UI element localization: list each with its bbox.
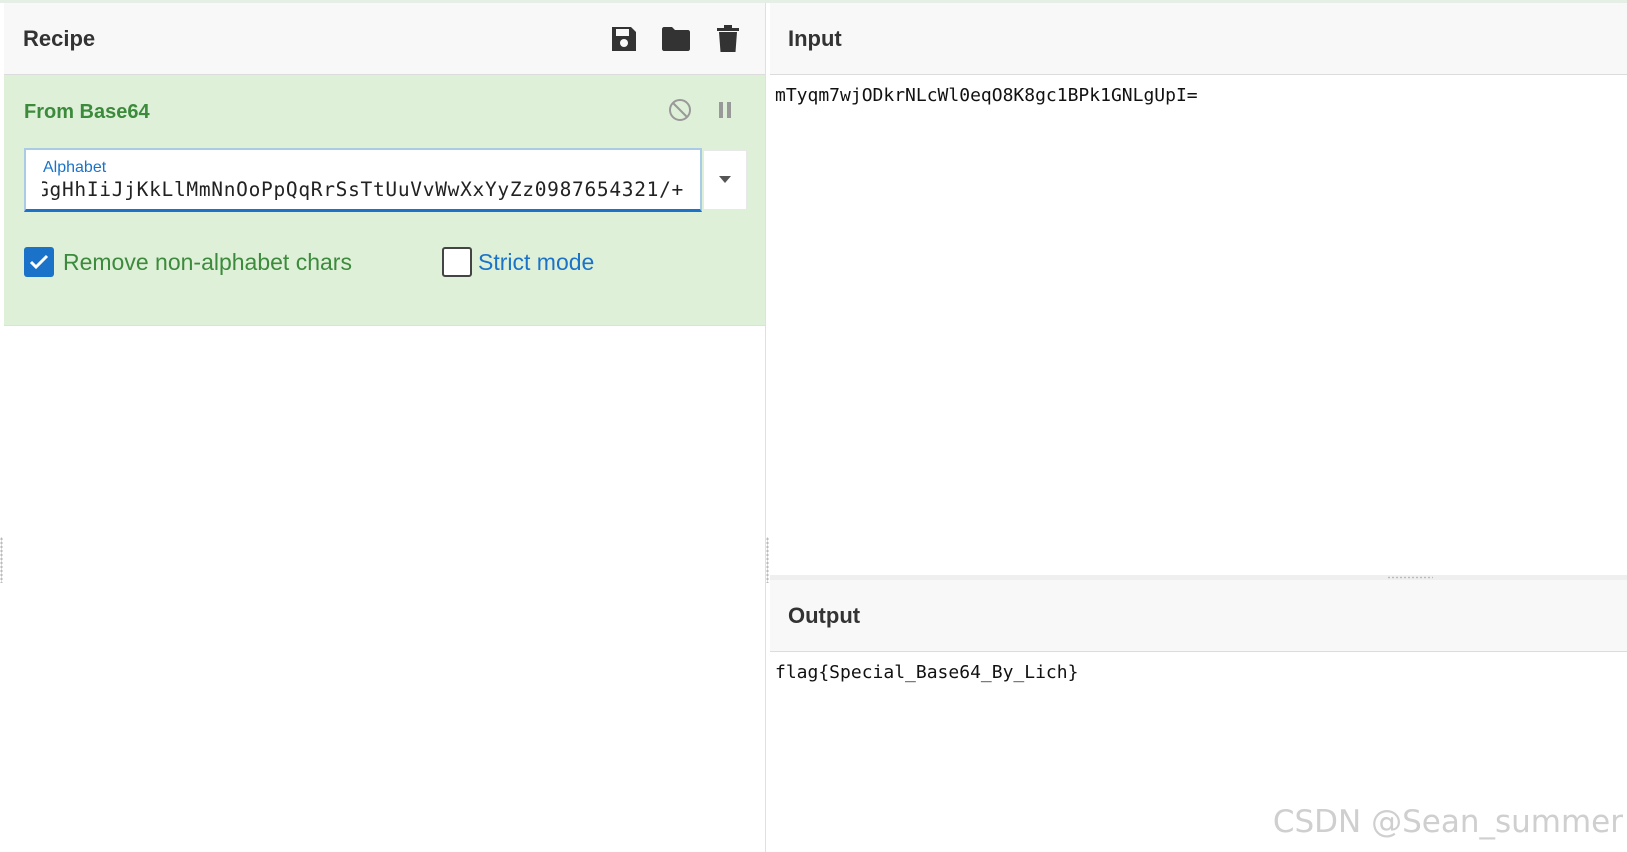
recipe-title: Recipe xyxy=(23,25,96,51)
recipe-header: Recipe xyxy=(4,3,765,75)
alphabet-value: AaBbCcDdEeFfGgHhIiJjKkLlMmNnOoPpQqRrSsTt… xyxy=(42,178,684,201)
cyberchef-app: Recipe From Base64 Alphabet GgHhIiJjKkLl… xyxy=(0,0,1627,852)
recipe-panel: Recipe From Base64 Alphabet GgHhIiJjKkLl… xyxy=(4,3,766,852)
operation-title: From Base64 xyxy=(24,101,150,123)
trash-icon[interactable] xyxy=(713,23,743,55)
remove-non-alphabet-label[interactable]: Remove non-alphabet chars xyxy=(63,249,352,276)
left-resize-handle[interactable] xyxy=(0,537,3,583)
alphabet-input[interactable]: AaBbCcDdEeFfGgHhIiJjKkLlMmNnOoPpQqRrSsTt… xyxy=(42,178,684,201)
output-text[interactable]: flag{Special_Base64_By_Lich} xyxy=(770,652,1627,683)
strict-mode-checkbox[interactable] xyxy=(442,247,472,277)
input-title: Input xyxy=(788,25,842,51)
folder-icon[interactable] xyxy=(661,23,691,55)
pause-icon[interactable] xyxy=(710,95,740,125)
disable-operation-icon[interactable] xyxy=(665,95,695,125)
watermark: CSDN @Sean_summer xyxy=(1272,804,1623,840)
output-header: Output xyxy=(770,580,1627,652)
remove-non-alphabet-checkbox[interactable] xyxy=(24,247,54,277)
checkmark-icon xyxy=(29,254,49,270)
output-title: Output xyxy=(788,602,861,628)
alphabet-field[interactable]: Alphabet AaBbCcDdEeFfGgHhIiJjKkLlMmNnOoP… xyxy=(24,148,702,212)
row-resize-handle[interactable] xyxy=(1387,576,1433,579)
strict-mode-label[interactable]: Strict mode xyxy=(478,249,594,276)
alphabet-label: Alphabet xyxy=(43,159,107,176)
caret-down-icon xyxy=(719,176,731,183)
from-base64-operation: From Base64 Alphabet AaBbCcDdEeFfGgHhIiJ… xyxy=(4,75,765,326)
input-header: Input xyxy=(770,3,1627,75)
input-textarea[interactable]: mTyqm7wjODkrNLcWl0eqO8K8gc1BPk1GNLgUpI= xyxy=(770,75,1627,106)
save-icon[interactable] xyxy=(609,23,639,55)
column-resize-handle[interactable] xyxy=(766,537,769,583)
recipe-toolbar xyxy=(609,23,743,55)
input-panel: Input mTyqm7wjODkrNLcWl0eqO8K8gc1BPk1GNL… xyxy=(770,3,1627,575)
alphabet-dropdown[interactable] xyxy=(703,150,747,210)
